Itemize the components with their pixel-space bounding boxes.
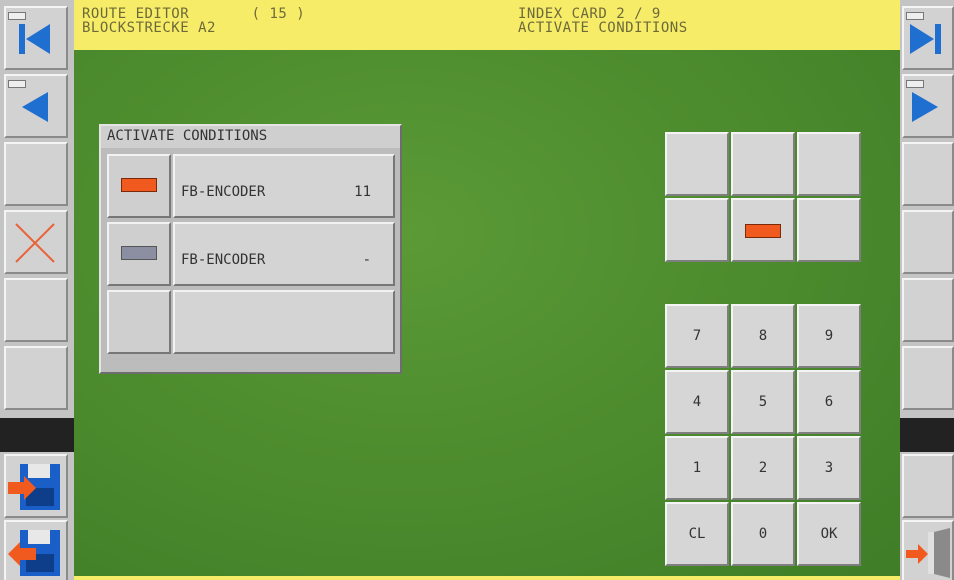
active-indicator-icon (745, 224, 781, 238)
condition-3-toggle[interactable] (107, 290, 171, 354)
load-disk-icon (8, 530, 60, 576)
last-card-button[interactable] (902, 6, 954, 70)
bottom-strip (74, 576, 900, 580)
selector-4[interactable] (665, 198, 729, 262)
condition-2-row[interactable]: FB-ENCODER - (173, 222, 395, 286)
key-1[interactable]: 1 (665, 436, 729, 500)
selector-3[interactable] (797, 132, 861, 196)
save-button[interactable] (4, 454, 68, 518)
inactive-indicator-icon (121, 246, 157, 260)
condition-2-value: - (362, 252, 371, 268)
right-blank-button-3[interactable] (902, 278, 954, 342)
right-blank-button-2[interactable] (902, 210, 954, 274)
key-9[interactable]: 9 (797, 304, 861, 368)
selector-1[interactable] (665, 132, 729, 196)
active-indicator-icon (121, 178, 157, 192)
activate-conditions-panel: ACTIVATE CONDITIONS FB-ENCODER 11 FB-ENC… (99, 124, 402, 374)
condition-1-row[interactable]: FB-ENCODER 11 (173, 154, 395, 218)
left-toolbar (0, 0, 74, 580)
selector-2[interactable] (731, 132, 795, 196)
condition-2-toggle[interactable] (107, 222, 171, 286)
next-card-icon (912, 92, 938, 122)
prev-card-button[interactable] (4, 74, 68, 138)
key-0[interactable]: 0 (731, 502, 795, 566)
next-card-button[interactable] (902, 74, 954, 138)
condition-2-label: FB-ENCODER (181, 252, 266, 268)
key-6[interactable]: 6 (797, 370, 861, 434)
save-disk-icon (8, 464, 60, 510)
card-title: ACTIVATE CONDITIONS (518, 20, 688, 36)
first-card-icon (19, 24, 50, 54)
key-3[interactable]: 3 (797, 436, 861, 500)
condition-3-row[interactable] (173, 290, 395, 354)
route-name: BLOCKSTRECKE A2 (82, 20, 216, 36)
left-blank-button-2[interactable] (4, 278, 68, 342)
delete-x-icon (15, 223, 55, 263)
right-blank-button-5[interactable] (902, 454, 954, 518)
left-blank-button-1[interactable] (4, 142, 68, 206)
prev-card-icon (22, 92, 48, 122)
panel-title: ACTIVATE CONDITIONS (101, 126, 400, 148)
key-4[interactable]: 4 (665, 370, 729, 434)
exit-door-icon (906, 528, 950, 578)
key-clear[interactable]: CL (665, 502, 729, 566)
right-blank-button-4[interactable] (902, 346, 954, 410)
key-7[interactable]: 7 (665, 304, 729, 368)
first-card-button[interactable] (4, 6, 68, 70)
delete-button[interactable] (4, 210, 68, 274)
selector-5[interactable] (731, 198, 795, 262)
right-blank-button-1[interactable] (902, 142, 954, 206)
key-8[interactable]: 8 (731, 304, 795, 368)
condition-1-label: FB-ENCODER (181, 184, 266, 200)
load-button[interactable] (4, 520, 68, 580)
right-toolbar (900, 0, 954, 580)
header-bar: ROUTE EDITOR ( 15 ) BLOCKSTRECKE A2 INDE… (74, 0, 900, 50)
exit-button[interactable] (902, 520, 954, 580)
key-2[interactable]: 2 (731, 436, 795, 500)
last-card-icon (910, 24, 941, 54)
selector-6[interactable] (797, 198, 861, 262)
left-separator (0, 418, 74, 452)
key-ok[interactable]: OK (797, 502, 861, 566)
condition-1-toggle[interactable] (107, 154, 171, 218)
right-separator (900, 418, 954, 452)
key-5[interactable]: 5 (731, 370, 795, 434)
condition-1-value: 11 (354, 184, 371, 200)
left-blank-button-3[interactable] (4, 346, 68, 410)
